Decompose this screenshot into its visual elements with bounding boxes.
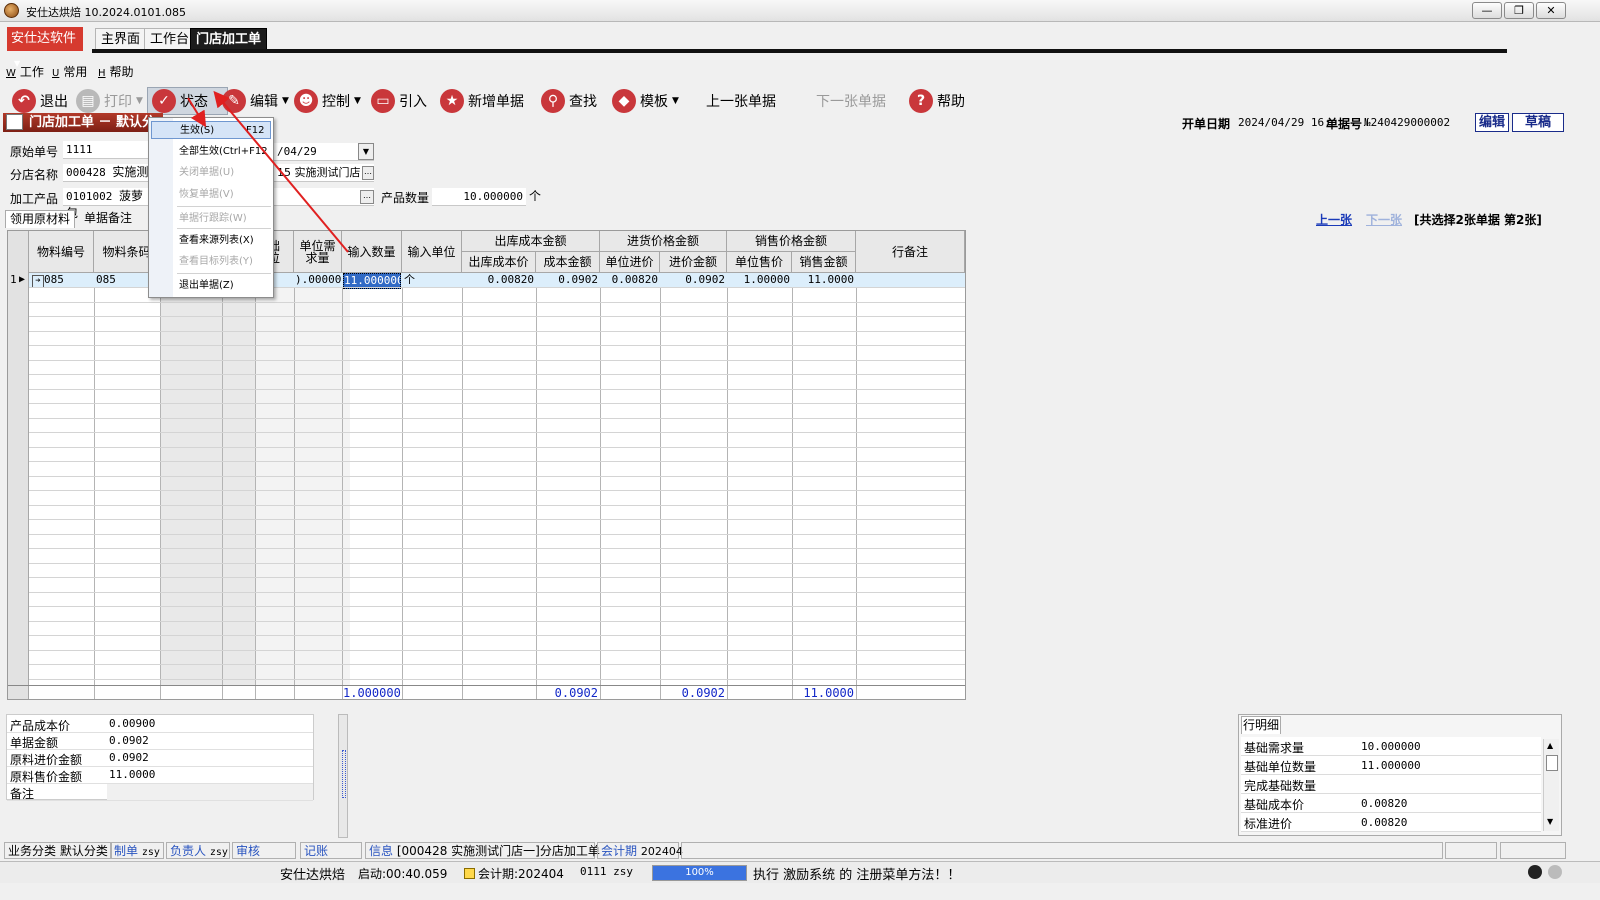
period-text: 会计期:202404 [478, 867, 564, 881]
summary-value[interactable] [107, 784, 313, 800]
detail-value: 11.000000 [1361, 759, 1421, 772]
status-value: [000428 实施测试门店一]分店加工单 [396, 844, 600, 858]
detail-row: 标准进价 0.00820 [1241, 813, 1541, 832]
status-empty-b [1445, 842, 1497, 859]
status-key: 会计期 [601, 844, 638, 858]
detail-value: 0.00820 [1361, 797, 1408, 810]
summary-label: 备注 [10, 787, 35, 801]
status-key: 审核 [236, 844, 261, 858]
detail-label: 标准进价 [1244, 817, 1293, 831]
tab-row-detail[interactable]: 行明细 [1241, 716, 1281, 734]
status-key: 制单 [114, 844, 139, 858]
progress-bar: 100% [652, 865, 747, 881]
summary-value: 0.0902 [109, 751, 149, 764]
summary-value: 0.00900 [109, 717, 156, 730]
status-maker: 制单 zsy [110, 842, 164, 859]
row-detail-panel: 行明细 基础需求量 10.000000 基础单位数量 11.000000 完成基础数量基… [1238, 714, 1562, 836]
status-key: 负责人 [170, 844, 207, 858]
splitter-grip[interactable] [342, 750, 346, 798]
detail-value: 10.000000 [1361, 740, 1421, 753]
status-key: 信息 [369, 844, 394, 858]
status-audit: 审核 [232, 842, 296, 859]
detail-row: 基础单位数量 11.000000 [1241, 756, 1541, 775]
arrow-to-activate [187, 97, 207, 128]
summary-value: 11.0000 [109, 768, 156, 781]
status-value: zsy [141, 847, 160, 858]
detail-label: 完成基础数量 [1244, 779, 1317, 793]
bottom-bar: 安仕达烘焙 启动:00:40.059 会计期:202404 0111 zsy 1… [0, 861, 1600, 883]
status-value: zsy [209, 847, 228, 858]
summary-row: 单据金额 0.0902 [7, 733, 313, 750]
status-empty-a [681, 842, 1443, 859]
summary-label: 产品成本价 [10, 719, 71, 733]
qq-icon[interactable] [1528, 865, 1542, 879]
bottom-message: 执行 激励系统 的 注册菜单方法！！ [753, 868, 961, 883]
summary-row: 备注 [7, 784, 313, 801]
summary-label: 单据金额 [10, 736, 59, 750]
summary-row: 原料进价金额 0.0902 [7, 750, 313, 767]
status-empty-c [1500, 842, 1566, 859]
summary-row: 产品成本价 0.00900 [7, 716, 313, 733]
summary-value: 0.0902 [109, 734, 149, 747]
bottom-app-name: 安仕达烘焙 [280, 868, 346, 883]
detail-row: 完成基础数量 [1241, 775, 1541, 794]
status-period: 会计期 202404 [597, 842, 683, 859]
users-icon[interactable] [1548, 865, 1562, 879]
detail-label: 基础成本价 [1244, 798, 1305, 812]
status-info: 信息 [000428 实施测试门店一]分店加工单 [365, 842, 600, 859]
status-key: 记账 [304, 844, 329, 858]
status-value: 202404 [640, 845, 683, 858]
bottom-uptime: 启动:00:40.059 [358, 867, 448, 881]
scroll-up-icon[interactable]: ▲ [1547, 741, 1553, 750]
bottom-user: 0111 zsy [580, 865, 633, 878]
status-biz: 业务分类 默认分类 [4, 842, 112, 859]
detail-label: 基础单位数量 [1244, 760, 1317, 774]
summary-row: 原料售价金额 11.0000 [7, 767, 313, 784]
detail-row: 基础成本价 0.00820 [1241, 794, 1541, 813]
detail-value: 0.00820 [1361, 816, 1408, 829]
arrow-to-state-button [213, 90, 349, 253]
summary-label: 原料进价金额 [10, 753, 83, 767]
status-owner: 负责人 zsy [166, 842, 230, 859]
calendar-icon [464, 868, 475, 879]
detail-scrollbar[interactable]: ▲ ▼ [1543, 739, 1559, 831]
bottom-period: 会计期:202404 [464, 865, 564, 882]
status-book: 记账 [300, 842, 362, 859]
detail-row: 基础需求量 10.000000 [1241, 737, 1541, 756]
scroll-thumb[interactable] [1546, 755, 1558, 771]
detail-label: 基础需求量 [1244, 741, 1305, 755]
progress-label: 100% [685, 867, 714, 878]
summary-label: 原料售价金额 [10, 770, 83, 784]
scroll-down-icon[interactable]: ▼ [1547, 817, 1553, 826]
